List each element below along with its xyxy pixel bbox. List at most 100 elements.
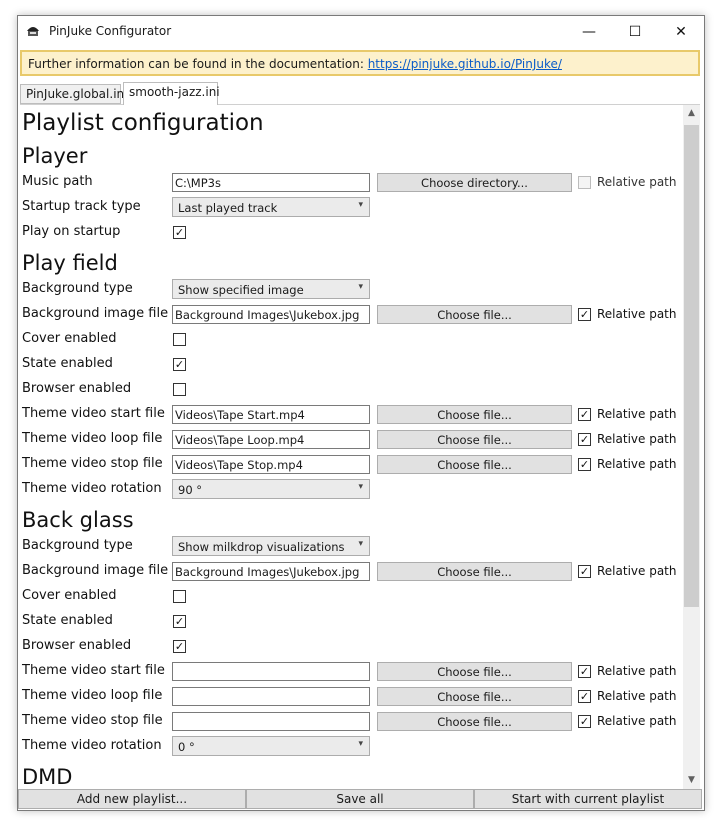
bg-browser-enabled-label: Browser enabled: [22, 638, 132, 653]
maximize-button[interactable]: ☐: [612, 16, 658, 48]
pf-state-enabled-checkbox[interactable]: ✓: [173, 358, 186, 371]
relative-path-label: Relative path: [597, 564, 677, 578]
pf-video-stop-choose-button[interactable]: Choose file...: [377, 455, 572, 474]
music-path-input[interactable]: C:\MP3s: [172, 173, 370, 192]
play-on-startup-checkbox[interactable]: ✓: [173, 226, 186, 239]
maximize-icon: ☐: [628, 24, 642, 40]
relative-path-label: Relative path: [597, 432, 677, 446]
pf-background-image-choose-button[interactable]: Choose file...: [377, 305, 572, 324]
relative-path-label: Relative path: [597, 407, 677, 421]
relative-path-label: Relative path: [597, 175, 677, 189]
save-all-button[interactable]: Save all: [246, 789, 474, 809]
title-bar[interactable]: PinJuke Configurator — ☐ ✕: [18, 16, 704, 48]
start-playlist-button[interactable]: Start with current playlist: [474, 789, 702, 809]
chevron-down-icon: ▾: [358, 200, 363, 210]
bg-background-image-input[interactable]: Background Images\Jukebox.jpg: [172, 562, 370, 581]
scrollbar-thumb[interactable]: [684, 125, 699, 607]
pf-background-image-input[interactable]: Background Images\Jukebox.jpg: [172, 305, 370, 324]
bg-video-rotation-label: Theme video rotation: [22, 738, 162, 753]
player-heading: Player: [22, 144, 88, 168]
bg-background-image-label: Background image file: [22, 563, 169, 578]
select-value: 90 °: [178, 483, 203, 497]
bg-video-stop-choose-button[interactable]: Choose file...: [377, 712, 572, 731]
pf-background-type-select[interactable]: Show specified image ▾: [172, 279, 370, 299]
play-field-heading: Play field: [22, 251, 118, 275]
pf-video-start-label: Theme video start file: [22, 406, 165, 421]
pf-video-start-relative-checkbox[interactable]: ✓: [578, 408, 591, 421]
bg-video-loop-choose-button[interactable]: Choose file...: [377, 687, 572, 706]
choose-directory-button[interactable]: Choose directory...: [377, 173, 572, 192]
check-icon: ✓: [579, 458, 590, 471]
bg-video-start-input[interactable]: [172, 662, 370, 681]
chevron-down-icon: ▾: [358, 482, 363, 492]
music-path-relative-checkbox[interactable]: [578, 176, 591, 189]
tab-global-ini[interactable]: PinJuke.global.ini: [20, 84, 127, 104]
vertical-scrollbar[interactable]: ▲ ▼: [683, 105, 700, 789]
footer-bar: Add new playlist... Save all Start with …: [18, 789, 704, 809]
bg-background-image-relative-checkbox[interactable]: ✓: [578, 565, 591, 578]
startup-track-type-label: Startup track type: [22, 199, 141, 214]
pf-video-start-input[interactable]: Videos\Tape Start.mp4: [172, 405, 370, 424]
pf-video-loop-input[interactable]: Videos\Tape Loop.mp4: [172, 430, 370, 449]
check-icon: ✓: [579, 308, 590, 321]
pf-state-enabled-label: State enabled: [22, 356, 113, 371]
pf-video-stop-label: Theme video stop file: [22, 456, 163, 471]
check-icon: ✓: [579, 565, 590, 578]
scroll-down-icon[interactable]: ▼: [683, 772, 700, 789]
pf-cover-enabled-checkbox[interactable]: [173, 333, 186, 346]
check-icon: ✓: [579, 715, 590, 728]
bg-video-rotation-select[interactable]: 0 ° ▾: [172, 736, 370, 756]
pf-video-stop-input[interactable]: Videos\Tape Stop.mp4: [172, 455, 370, 474]
add-new-playlist-button[interactable]: Add new playlist...: [18, 789, 246, 809]
pf-background-image-relative-checkbox[interactable]: ✓: [578, 308, 591, 321]
bg-background-image-choose-button[interactable]: Choose file...: [377, 562, 572, 581]
bg-video-loop-label: Theme video loop file: [22, 688, 163, 703]
check-icon: ✓: [579, 433, 590, 446]
pf-video-rotation-select[interactable]: 90 ° ▾: [172, 479, 370, 499]
chevron-down-icon: ▾: [358, 282, 363, 292]
pf-cover-enabled-label: Cover enabled: [22, 331, 117, 346]
relative-path-label: Relative path: [597, 689, 677, 703]
play-on-startup-label: Play on startup: [22, 224, 121, 239]
relative-path-label: Relative path: [597, 714, 677, 728]
documentation-link[interactable]: https://pinjuke.github.io/PinJuke/: [368, 57, 562, 71]
relative-path-label: Relative path: [597, 457, 677, 471]
bg-video-stop-input[interactable]: [172, 712, 370, 731]
configuration-panel[interactable]: Playlist configuration Player Music path…: [20, 104, 700, 789]
select-value: 0 °: [178, 740, 195, 754]
scroll-up-icon[interactable]: ▲: [683, 105, 700, 122]
tab-smooth-jazz-ini[interactable]: smooth-jazz.ini: [123, 82, 220, 105]
tab-label: smooth-jazz.ini: [129, 85, 220, 99]
check-icon: ✓: [174, 358, 185, 371]
check-icon: ✓: [579, 690, 590, 703]
dmd-heading: DMD: [22, 765, 73, 789]
minimize-button[interactable]: —: [566, 16, 612, 48]
pf-video-stop-relative-checkbox[interactable]: ✓: [578, 458, 591, 471]
pf-browser-enabled-checkbox[interactable]: [173, 383, 186, 396]
tab-label: PinJuke.global.ini: [26, 87, 128, 101]
startup-track-type-select[interactable]: Last played track ▾: [172, 197, 370, 217]
pf-video-start-choose-button[interactable]: Choose file...: [377, 405, 572, 424]
bg-background-type-select[interactable]: Show milkdrop visualizations ▾: [172, 536, 370, 556]
bg-cover-enabled-checkbox[interactable]: [173, 590, 186, 603]
close-icon: ✕: [675, 24, 687, 40]
chevron-down-icon: ▾: [358, 539, 363, 549]
bg-video-start-relative-checkbox[interactable]: ✓: [578, 665, 591, 678]
bg-browser-enabled-checkbox[interactable]: ✓: [173, 640, 186, 653]
bg-video-start-choose-button[interactable]: Choose file...: [377, 662, 572, 681]
bg-state-enabled-label: State enabled: [22, 613, 113, 628]
select-value: Show specified image: [178, 283, 304, 297]
back-glass-heading: Back glass: [22, 508, 134, 532]
pf-video-loop-choose-button[interactable]: Choose file...: [377, 430, 572, 449]
bg-video-loop-relative-checkbox[interactable]: ✓: [578, 690, 591, 703]
close-button[interactable]: ✕: [658, 16, 704, 48]
bg-video-loop-input[interactable]: [172, 687, 370, 706]
bg-state-enabled-checkbox[interactable]: ✓: [173, 615, 186, 628]
minimize-icon: —: [582, 24, 596, 40]
bg-background-type-label: Background type: [22, 538, 133, 553]
bg-video-stop-relative-checkbox[interactable]: ✓: [578, 715, 591, 728]
info-text: Further information can be found in the …: [28, 57, 368, 71]
pf-video-loop-relative-checkbox[interactable]: ✓: [578, 433, 591, 446]
chevron-down-icon: ▾: [358, 739, 363, 749]
configurator-window: PinJuke Configurator — ☐ ✕ Further infor…: [17, 15, 705, 811]
